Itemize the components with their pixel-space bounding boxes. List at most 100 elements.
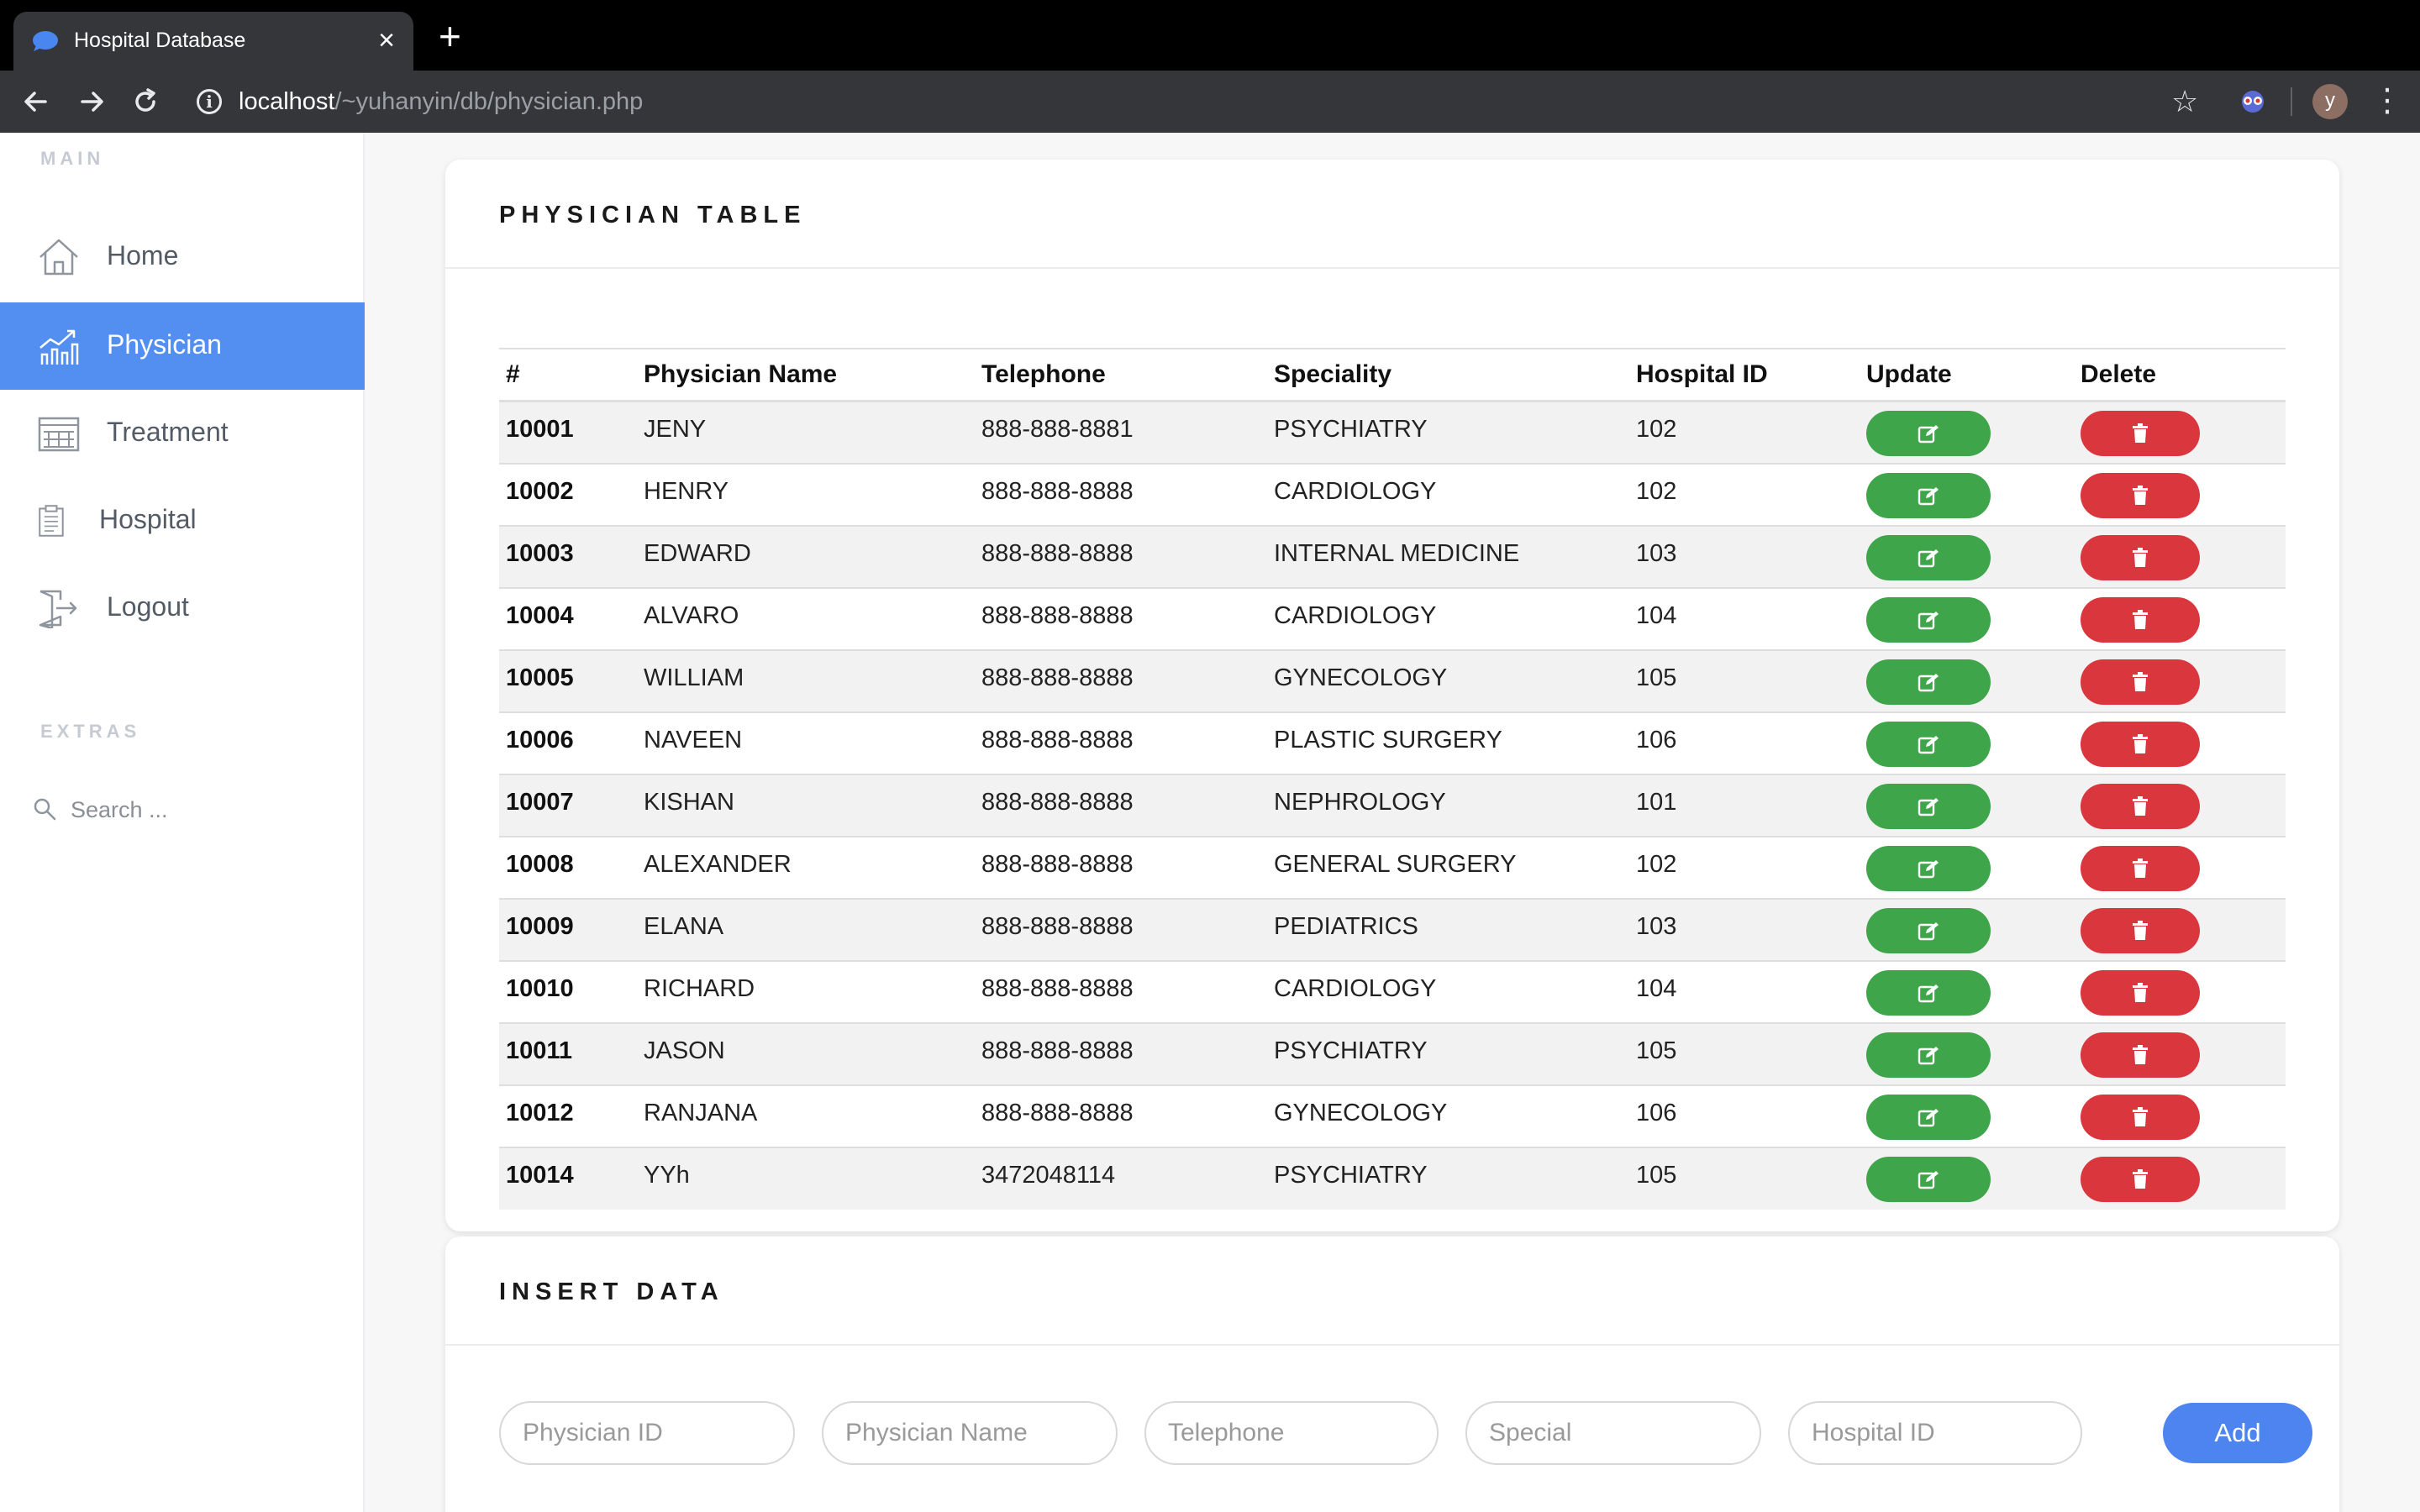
chat-bubble-icon: [33, 31, 58, 51]
table-row: 10007 KISHAN 888-888-8888 NEPHROLOGY 101: [499, 773, 2286, 837]
physician-id-cell: 10009: [499, 897, 637, 961]
physician-name-cell: WILLIAM: [637, 648, 975, 712]
sidebar-item-logout[interactable]: Logout: [0, 564, 365, 652]
update-button[interactable]: [1866, 659, 1991, 705]
insert-data-card: INSERT DATA Add: [445, 1236, 2339, 1512]
telephone-field[interactable]: [1144, 1401, 1439, 1465]
close-tab-icon[interactable]: ×: [378, 24, 395, 57]
delete-cell: [2074, 1084, 2286, 1147]
update-button[interactable]: [1866, 845, 1991, 891]
update-cell: [1860, 711, 2074, 774]
speciality-cell: GYNECOLOGY: [1267, 648, 1629, 712]
sidebar-item-label: Physician: [107, 329, 222, 360]
back-arrow-icon[interactable]: [17, 82, 55, 121]
telephone-cell: 888-888-8881: [975, 400, 1267, 464]
logout-icon: [39, 590, 77, 628]
table-row: 10003 EDWARD 888-888-8888 INTERNAL MEDICINE…: [499, 524, 2286, 588]
profile-avatar[interactable]: y: [2312, 84, 2348, 119]
sidebar-item-hospital[interactable]: Hospital: [0, 477, 365, 564]
speciality-cell: PEDIATRICS: [1267, 897, 1629, 961]
address-bar[interactable]: localhost/~yuhanyin/db/physician.php: [239, 86, 643, 118]
speciality-cell: PSYCHIATRY: [1267, 1021, 1629, 1085]
sidebar-item-home[interactable]: Home: [0, 213, 365, 301]
delete-cell: [2074, 400, 2286, 464]
delete-cell: [2074, 648, 2286, 712]
hospital-id-field[interactable]: [1788, 1401, 2082, 1465]
browser-menu-icon[interactable]: ⋮: [2371, 82, 2403, 119]
update-button[interactable]: [1866, 472, 1991, 518]
update-button[interactable]: [1866, 969, 1991, 1016]
telephone-cell: 888-888-8888: [975, 1084, 1267, 1147]
table-body: 10001 JENY 888-888-8881 PSYCHIATRY 102 10002 H…: [499, 400, 2286, 1210]
telephone-cell: 3472048114: [975, 1146, 1267, 1210]
delete-button[interactable]: [2081, 783, 2200, 829]
hospital-id-cell: 105: [1629, 1021, 1860, 1085]
physician-id-cell: 10008: [499, 835, 637, 899]
update-cell: [1860, 586, 2074, 650]
sidebar-item-label: Treatment: [107, 417, 229, 447]
search-input[interactable]: [71, 793, 323, 827]
bookmark-star-icon[interactable]: ☆: [2171, 84, 2198, 119]
site-info-icon[interactable]: i: [197, 89, 222, 114]
extension-icon[interactable]: [2238, 89, 2267, 114]
update-button[interactable]: [1866, 1156, 1991, 1202]
physician-name-cell: KISHAN: [637, 773, 975, 837]
physician-name-field[interactable]: [822, 1401, 1118, 1465]
delete-button[interactable]: [2081, 1156, 2200, 1202]
delete-button[interactable]: [2081, 472, 2200, 518]
physician-id-cell: 10005: [499, 648, 637, 712]
delete-button[interactable]: [2081, 907, 2200, 953]
update-button[interactable]: [1866, 783, 1991, 829]
sidebar-item-treatment[interactable]: Treatment: [0, 390, 365, 477]
forward-arrow-icon[interactable]: [72, 82, 111, 121]
delete-button[interactable]: [2081, 721, 2200, 767]
update-button[interactable]: [1866, 410, 1991, 456]
physician-name-cell: RICHARD: [637, 959, 975, 1023]
add-button[interactable]: Add: [2163, 1403, 2312, 1463]
table-row: 10008 ALEXANDER 888-888-8888 GENERAL SURGER…: [499, 835, 2286, 899]
update-button[interactable]: [1866, 721, 1991, 767]
hospital-id-cell: 104: [1629, 586, 1860, 650]
physician-id-cell: 10014: [499, 1146, 637, 1210]
physician-id-cell: 10003: [499, 524, 637, 588]
update-button[interactable]: [1866, 596, 1991, 643]
column-header: Update: [1860, 348, 2074, 402]
url-host: localhost: [239, 88, 335, 115]
new-tab-icon[interactable]: +: [439, 17, 461, 55]
update-button[interactable]: [1866, 907, 1991, 953]
telephone-cell: 888-888-8888: [975, 773, 1267, 837]
delete-button[interactable]: [2081, 659, 2200, 705]
delete-button[interactable]: [2081, 969, 2200, 1016]
physician-id-field[interactable]: [499, 1401, 795, 1465]
telephone-cell: 888-888-8888: [975, 835, 1267, 899]
update-button[interactable]: [1866, 1032, 1991, 1078]
hospital-id-cell: 106: [1629, 1084, 1860, 1147]
delete-button[interactable]: [2081, 1094, 2200, 1140]
reload-icon[interactable]: [126, 82, 165, 121]
delete-button[interactable]: [2081, 596, 2200, 643]
delete-button[interactable]: [2081, 410, 2200, 456]
delete-button[interactable]: [2081, 534, 2200, 580]
sidebar: MAIN Home Physician Treatment Hospital L…: [0, 133, 365, 1512]
sidebar-item-physician[interactable]: Physician: [0, 302, 365, 390]
delete-button[interactable]: [2081, 1032, 2200, 1078]
physician-name-cell: ALVARO: [637, 586, 975, 650]
delete-button[interactable]: [2081, 845, 2200, 891]
speciality-cell: CARDIOLOGY: [1267, 586, 1629, 650]
delete-cell: [2074, 1146, 2286, 1210]
update-cell: [1860, 1146, 2074, 1210]
physician-name-cell: RANJANA: [637, 1084, 975, 1147]
update-button[interactable]: [1866, 1094, 1991, 1140]
special-field[interactable]: [1465, 1401, 1761, 1465]
delete-cell: [2074, 959, 2286, 1023]
delete-cell: [2074, 1021, 2286, 1085]
update-cell: [1860, 524, 2074, 588]
update-cell: [1860, 959, 2074, 1023]
insert-form: Add: [499, 1401, 2312, 1468]
search-icon: [34, 798, 56, 821]
browser-tab[interactable]: Hospital Database ×: [13, 12, 413, 71]
url-path: /~yuhanyin/db/physician.php: [334, 88, 644, 115]
update-button[interactable]: [1866, 534, 1991, 580]
telephone-cell: 888-888-8888: [975, 648, 1267, 712]
hospital-id-cell: 102: [1629, 400, 1860, 464]
